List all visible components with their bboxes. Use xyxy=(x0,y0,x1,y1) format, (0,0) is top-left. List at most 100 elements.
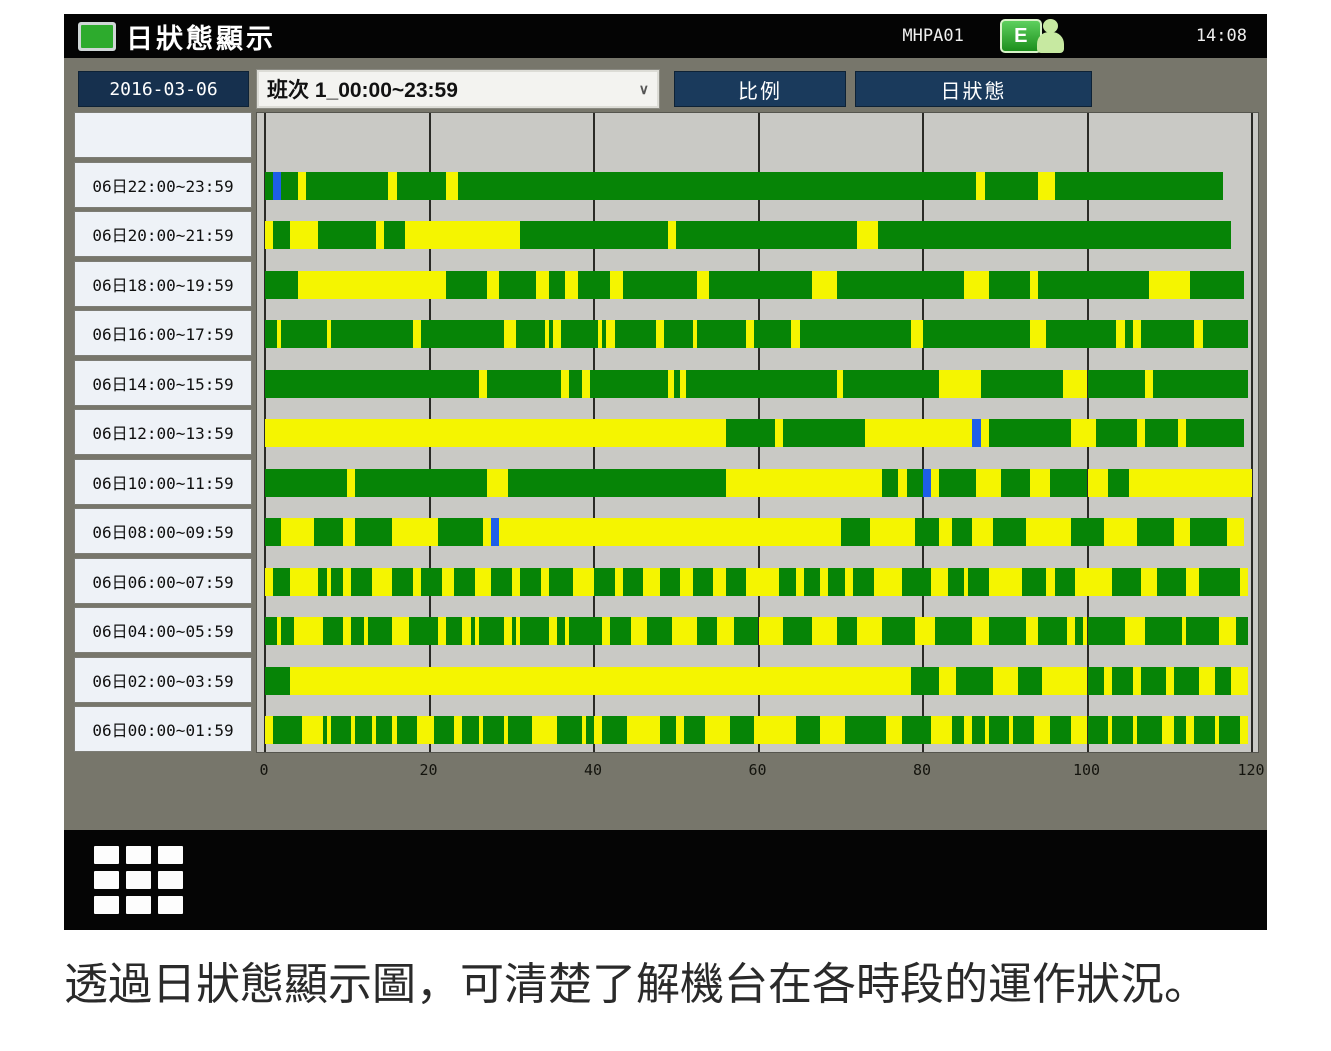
bar-segment-g xyxy=(1088,716,1109,744)
bar-segment-g xyxy=(952,716,964,744)
bar-segment-y xyxy=(549,617,557,645)
bar-segment-y xyxy=(976,172,984,200)
bar-segment-g xyxy=(1186,617,1219,645)
bar-segment-g xyxy=(837,617,858,645)
shift-select[interactable]: 班次 1_00:00~23:59 ∨ xyxy=(256,69,660,109)
bar-segment-y xyxy=(931,716,952,744)
bar-segment-y xyxy=(1104,667,1112,695)
row-label-column: 06日22:00~23:5906日20:00~21:5906日18:00~19:… xyxy=(74,112,252,753)
bar-segment-y xyxy=(487,469,508,497)
bar-segment-y xyxy=(343,518,355,546)
bar-segment-g xyxy=(1018,667,1043,695)
status-bar xyxy=(265,271,1252,299)
bar-segment-y xyxy=(972,518,993,546)
bar-segment-y xyxy=(553,320,561,348)
bar-segment-g xyxy=(1071,518,1104,546)
bar-segment-g xyxy=(779,568,795,596)
day-status-button[interactable]: 日狀態 xyxy=(855,71,1092,107)
bar-segment-y xyxy=(343,568,351,596)
bar-segment-g xyxy=(972,716,984,744)
bar-segment-y xyxy=(837,370,844,398)
bar-segment-y xyxy=(413,320,421,348)
bar-segment-g xyxy=(1141,667,1166,695)
bar-segment-g xyxy=(726,568,747,596)
bar-segment-g xyxy=(265,518,281,546)
bar-segment-g xyxy=(1199,568,1240,596)
bar-segment-y xyxy=(989,568,1022,596)
bar-segment-g xyxy=(1236,617,1248,645)
bar-segment-y xyxy=(504,320,516,348)
bar-segment-g xyxy=(331,568,343,596)
axis-tick-label: 40 xyxy=(584,761,602,779)
bar-segment-y xyxy=(870,518,915,546)
bar-segment-g xyxy=(454,568,475,596)
user-status-icon[interactable]: E xyxy=(1000,19,1066,53)
row-label: 06日08:00~09:59 xyxy=(74,508,252,554)
bar-band xyxy=(257,509,1258,555)
bar-segment-b xyxy=(491,518,499,546)
bar-segment-y xyxy=(857,221,878,249)
bar-segment-y xyxy=(573,568,594,596)
bar-segment-y xyxy=(713,568,725,596)
axis-tick-label: 120 xyxy=(1237,761,1264,779)
ratio-button[interactable]: 比例 xyxy=(674,71,846,107)
bar-segment-g xyxy=(845,716,886,744)
date-button[interactable]: 2016-03-06 xyxy=(78,71,249,107)
bar-segment-y xyxy=(981,419,989,447)
bar-segment-y xyxy=(462,617,470,645)
bar-segment-y xyxy=(290,221,319,249)
bar-segment-y xyxy=(388,172,396,200)
bar-segment-y xyxy=(265,716,273,744)
bar-segment-y xyxy=(298,271,446,299)
bar-segment-g xyxy=(462,716,478,744)
menu-grid-icon[interactable] xyxy=(94,846,183,914)
bar-segment-y xyxy=(594,716,602,744)
bar-segment-y xyxy=(499,518,840,546)
monitor-icon xyxy=(78,22,116,51)
bar-segment-g xyxy=(323,617,344,645)
bar-segment-y xyxy=(504,617,512,645)
bar-segment-g xyxy=(1050,469,1087,497)
bar-segment-y xyxy=(487,271,499,299)
bar-segment-g xyxy=(409,617,438,645)
bar-segment-y xyxy=(1133,320,1141,348)
status-bar xyxy=(265,716,1252,744)
bar-segment-g xyxy=(783,617,812,645)
caption-text: 透過日狀態顯示圖，可清楚了解機台在各時段的運作狀況。 xyxy=(64,948,1270,1012)
bar-segment-y xyxy=(1174,518,1190,546)
bar-segment-g xyxy=(446,271,487,299)
bottom-bar xyxy=(64,830,1267,930)
bar-segment-y xyxy=(405,221,520,249)
bar-segment-g xyxy=(693,568,714,596)
status-bar xyxy=(265,568,1252,596)
bar-segment-y xyxy=(1162,716,1174,744)
bar-segment-y xyxy=(754,716,795,744)
bar-segment-y xyxy=(631,617,647,645)
bar-segment-g xyxy=(306,172,388,200)
bar-segment-g xyxy=(902,716,931,744)
bar-segment-y xyxy=(438,617,446,645)
bar-segment-y xyxy=(610,271,622,299)
bar-segment-g xyxy=(479,617,504,645)
bar-segment-g xyxy=(676,221,857,249)
bar-segment-g xyxy=(376,716,392,744)
bar-segment-g xyxy=(1055,172,1224,200)
bar-segment-b xyxy=(972,419,980,447)
bar-segment-g xyxy=(483,716,504,744)
bar-segment-y xyxy=(857,617,882,645)
bar-segment-y xyxy=(845,568,853,596)
bar-segment-y xyxy=(726,469,882,497)
bar-band xyxy=(257,460,1258,506)
bar-segment-g xyxy=(1137,716,1162,744)
bar-segment-g xyxy=(421,320,503,348)
bar-segment-g xyxy=(783,419,865,447)
status-bar xyxy=(265,320,1252,348)
bar-segment-g xyxy=(697,320,746,348)
bar-segment-g xyxy=(853,568,874,596)
bar-segment-g xyxy=(499,271,536,299)
bar-segment-g xyxy=(281,617,293,645)
status-bar xyxy=(265,370,1252,398)
bar-segment-y xyxy=(442,568,454,596)
row-label: 06日06:00~07:59 xyxy=(74,558,252,604)
bar-segment-y xyxy=(939,370,980,398)
